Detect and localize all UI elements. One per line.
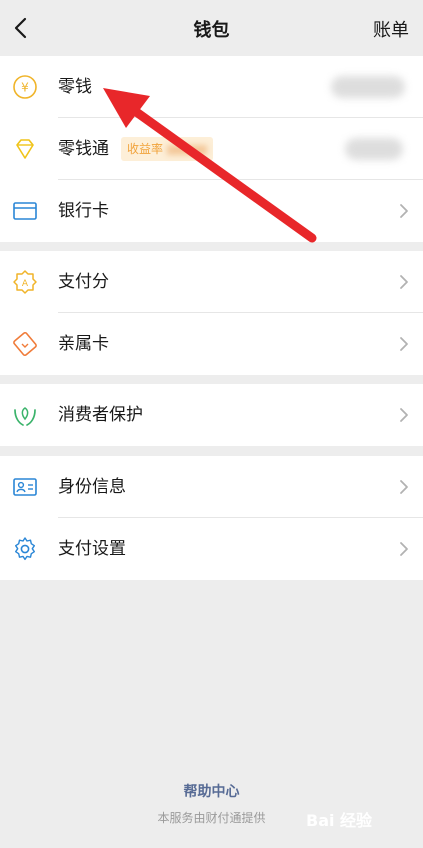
page-title: 钱包 xyxy=(193,20,230,41)
chevron-right-icon xyxy=(400,542,408,556)
row-family-card-label: 亲属卡 xyxy=(58,334,109,354)
row-identity[interactable]: 身份信息 xyxy=(0,456,423,518)
row-pay-score-label: 支付分 xyxy=(58,272,109,292)
row-change[interactable]: ¥ 零钱 xyxy=(0,56,423,118)
chevron-right-icon xyxy=(400,275,408,289)
svg-text:A: A xyxy=(22,279,29,289)
nav-bar: 钱包 账单 xyxy=(0,0,423,56)
divider-line xyxy=(58,179,423,180)
row-pay-score[interactable]: A 支付分 xyxy=(0,251,423,313)
diamond-icon xyxy=(16,139,34,159)
row-change-label: 零钱 xyxy=(58,77,92,97)
bank-group: 银行卡 xyxy=(0,180,423,242)
chevron-right-icon xyxy=(400,337,408,351)
balance-group: ¥ 零钱 零钱通 xyxy=(0,56,423,180)
chevron-right-icon xyxy=(400,408,408,422)
row-pay-settings-label: 支付设置 xyxy=(58,539,126,559)
row-family-card[interactable]: 亲属卡 xyxy=(0,313,423,375)
licaitong-balance-blurred xyxy=(345,138,403,160)
gear-icon xyxy=(15,537,35,561)
family-card-icon xyxy=(13,331,37,357)
change-balance-blurred xyxy=(331,76,405,98)
chevron-right-icon xyxy=(400,204,408,218)
watermark-text: Bai 经验 xyxy=(306,811,373,830)
services-group: A 支付分 亲属卡 xyxy=(0,251,423,375)
yuan-coin-icon: ¥ xyxy=(13,75,37,99)
row-consumer-protection[interactable]: 消费者保护 xyxy=(0,384,423,446)
bill-button[interactable]: 账单 xyxy=(373,16,409,42)
baidu-jingyan-watermark: Bai 经验 xyxy=(306,793,418,833)
row-pay-settings[interactable]: 支付设置 xyxy=(0,518,423,580)
row-bank-card-label: 银行卡 xyxy=(58,201,109,221)
row-bank-card[interactable]: 银行卡 xyxy=(0,180,423,242)
shield-hands-icon xyxy=(14,407,36,426)
chevron-right-icon xyxy=(400,480,408,494)
protection-group: 消费者保护 xyxy=(0,384,423,446)
row-licaitong-label: 零钱通 xyxy=(58,139,109,159)
settings-group: 身份信息 支付设置 xyxy=(0,456,423,580)
row-identity-label: 身份信息 xyxy=(58,477,126,497)
score-badge-icon: A xyxy=(13,270,37,294)
card-icon xyxy=(13,202,37,220)
svg-text:¥: ¥ xyxy=(21,81,29,95)
yield-badge: 收益率 xyxy=(121,137,213,161)
row-consumer-protection-label: 消费者保护 xyxy=(58,405,143,425)
id-card-icon xyxy=(13,478,37,496)
